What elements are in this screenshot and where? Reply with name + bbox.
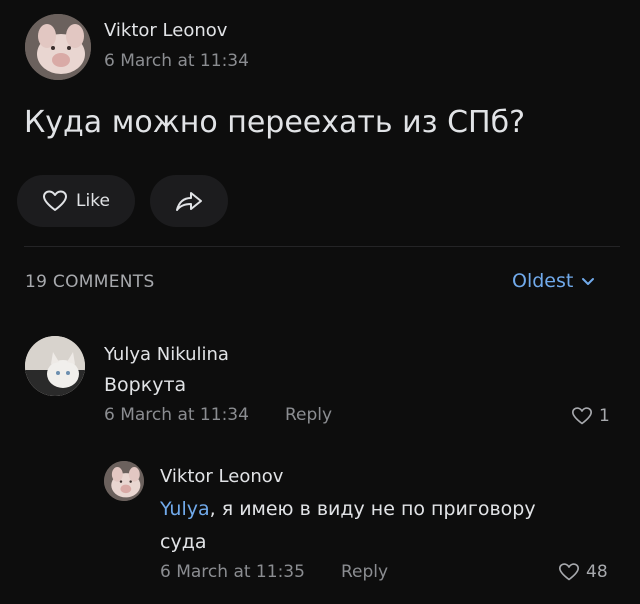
reply-text-line2: суда bbox=[160, 531, 207, 553]
comment-author-avatar[interactable] bbox=[25, 336, 85, 396]
reply-like-count: 48 bbox=[586, 562, 608, 582]
comment-like-count: 1 bbox=[599, 406, 610, 426]
reply-text: Yulya, я имею в виду не по приговору bbox=[160, 493, 536, 525]
section-divider bbox=[24, 246, 620, 247]
chevron-down-icon bbox=[582, 278, 595, 285]
comment-text: Воркута bbox=[104, 374, 187, 396]
post-author-name[interactable]: Viktor Leonov bbox=[104, 20, 227, 41]
comment-like-button[interactable]: 1 bbox=[571, 406, 610, 426]
comment-author-name[interactable]: Yulya Nikulina bbox=[104, 344, 229, 365]
comment-date[interactable]: 6 March at 11:34 bbox=[104, 405, 249, 425]
share-arrow-icon bbox=[176, 192, 202, 211]
post-text: Куда можно переехать из СПб? bbox=[24, 105, 526, 140]
piglet-avatar-image bbox=[25, 14, 91, 80]
post-author-avatar[interactable] bbox=[25, 14, 91, 80]
sort-order-label: Oldest bbox=[512, 270, 574, 292]
comments-count: 19 COMMENTS bbox=[25, 272, 155, 292]
reply-mention-link[interactable]: Yulya bbox=[160, 498, 210, 520]
reply-author-name[interactable]: Viktor Leonov bbox=[160, 466, 283, 487]
heart-icon bbox=[43, 190, 68, 211]
reply-button[interactable]: Reply bbox=[285, 405, 332, 425]
share-button[interactable] bbox=[150, 175, 228, 227]
reply-date[interactable]: 6 March at 11:35 bbox=[160, 562, 305, 582]
piglet-avatar-image bbox=[104, 461, 144, 501]
cat-avatar-image bbox=[25, 336, 85, 396]
reply-like-button[interactable]: 48 bbox=[558, 562, 608, 582]
sort-order-dropdown[interactable]: Oldest bbox=[512, 270, 597, 292]
reply-author-avatar[interactable] bbox=[104, 461, 144, 501]
reply-text-line1: , я имею в виду не по приговору bbox=[209, 498, 536, 520]
like-label: Like bbox=[76, 191, 110, 211]
post-date[interactable]: 6 March at 11:34 bbox=[104, 51, 249, 71]
reply-button[interactable]: Reply bbox=[341, 562, 388, 582]
heart-icon bbox=[571, 407, 592, 425]
heart-icon bbox=[558, 563, 579, 581]
like-button[interactable]: Like bbox=[17, 175, 135, 227]
